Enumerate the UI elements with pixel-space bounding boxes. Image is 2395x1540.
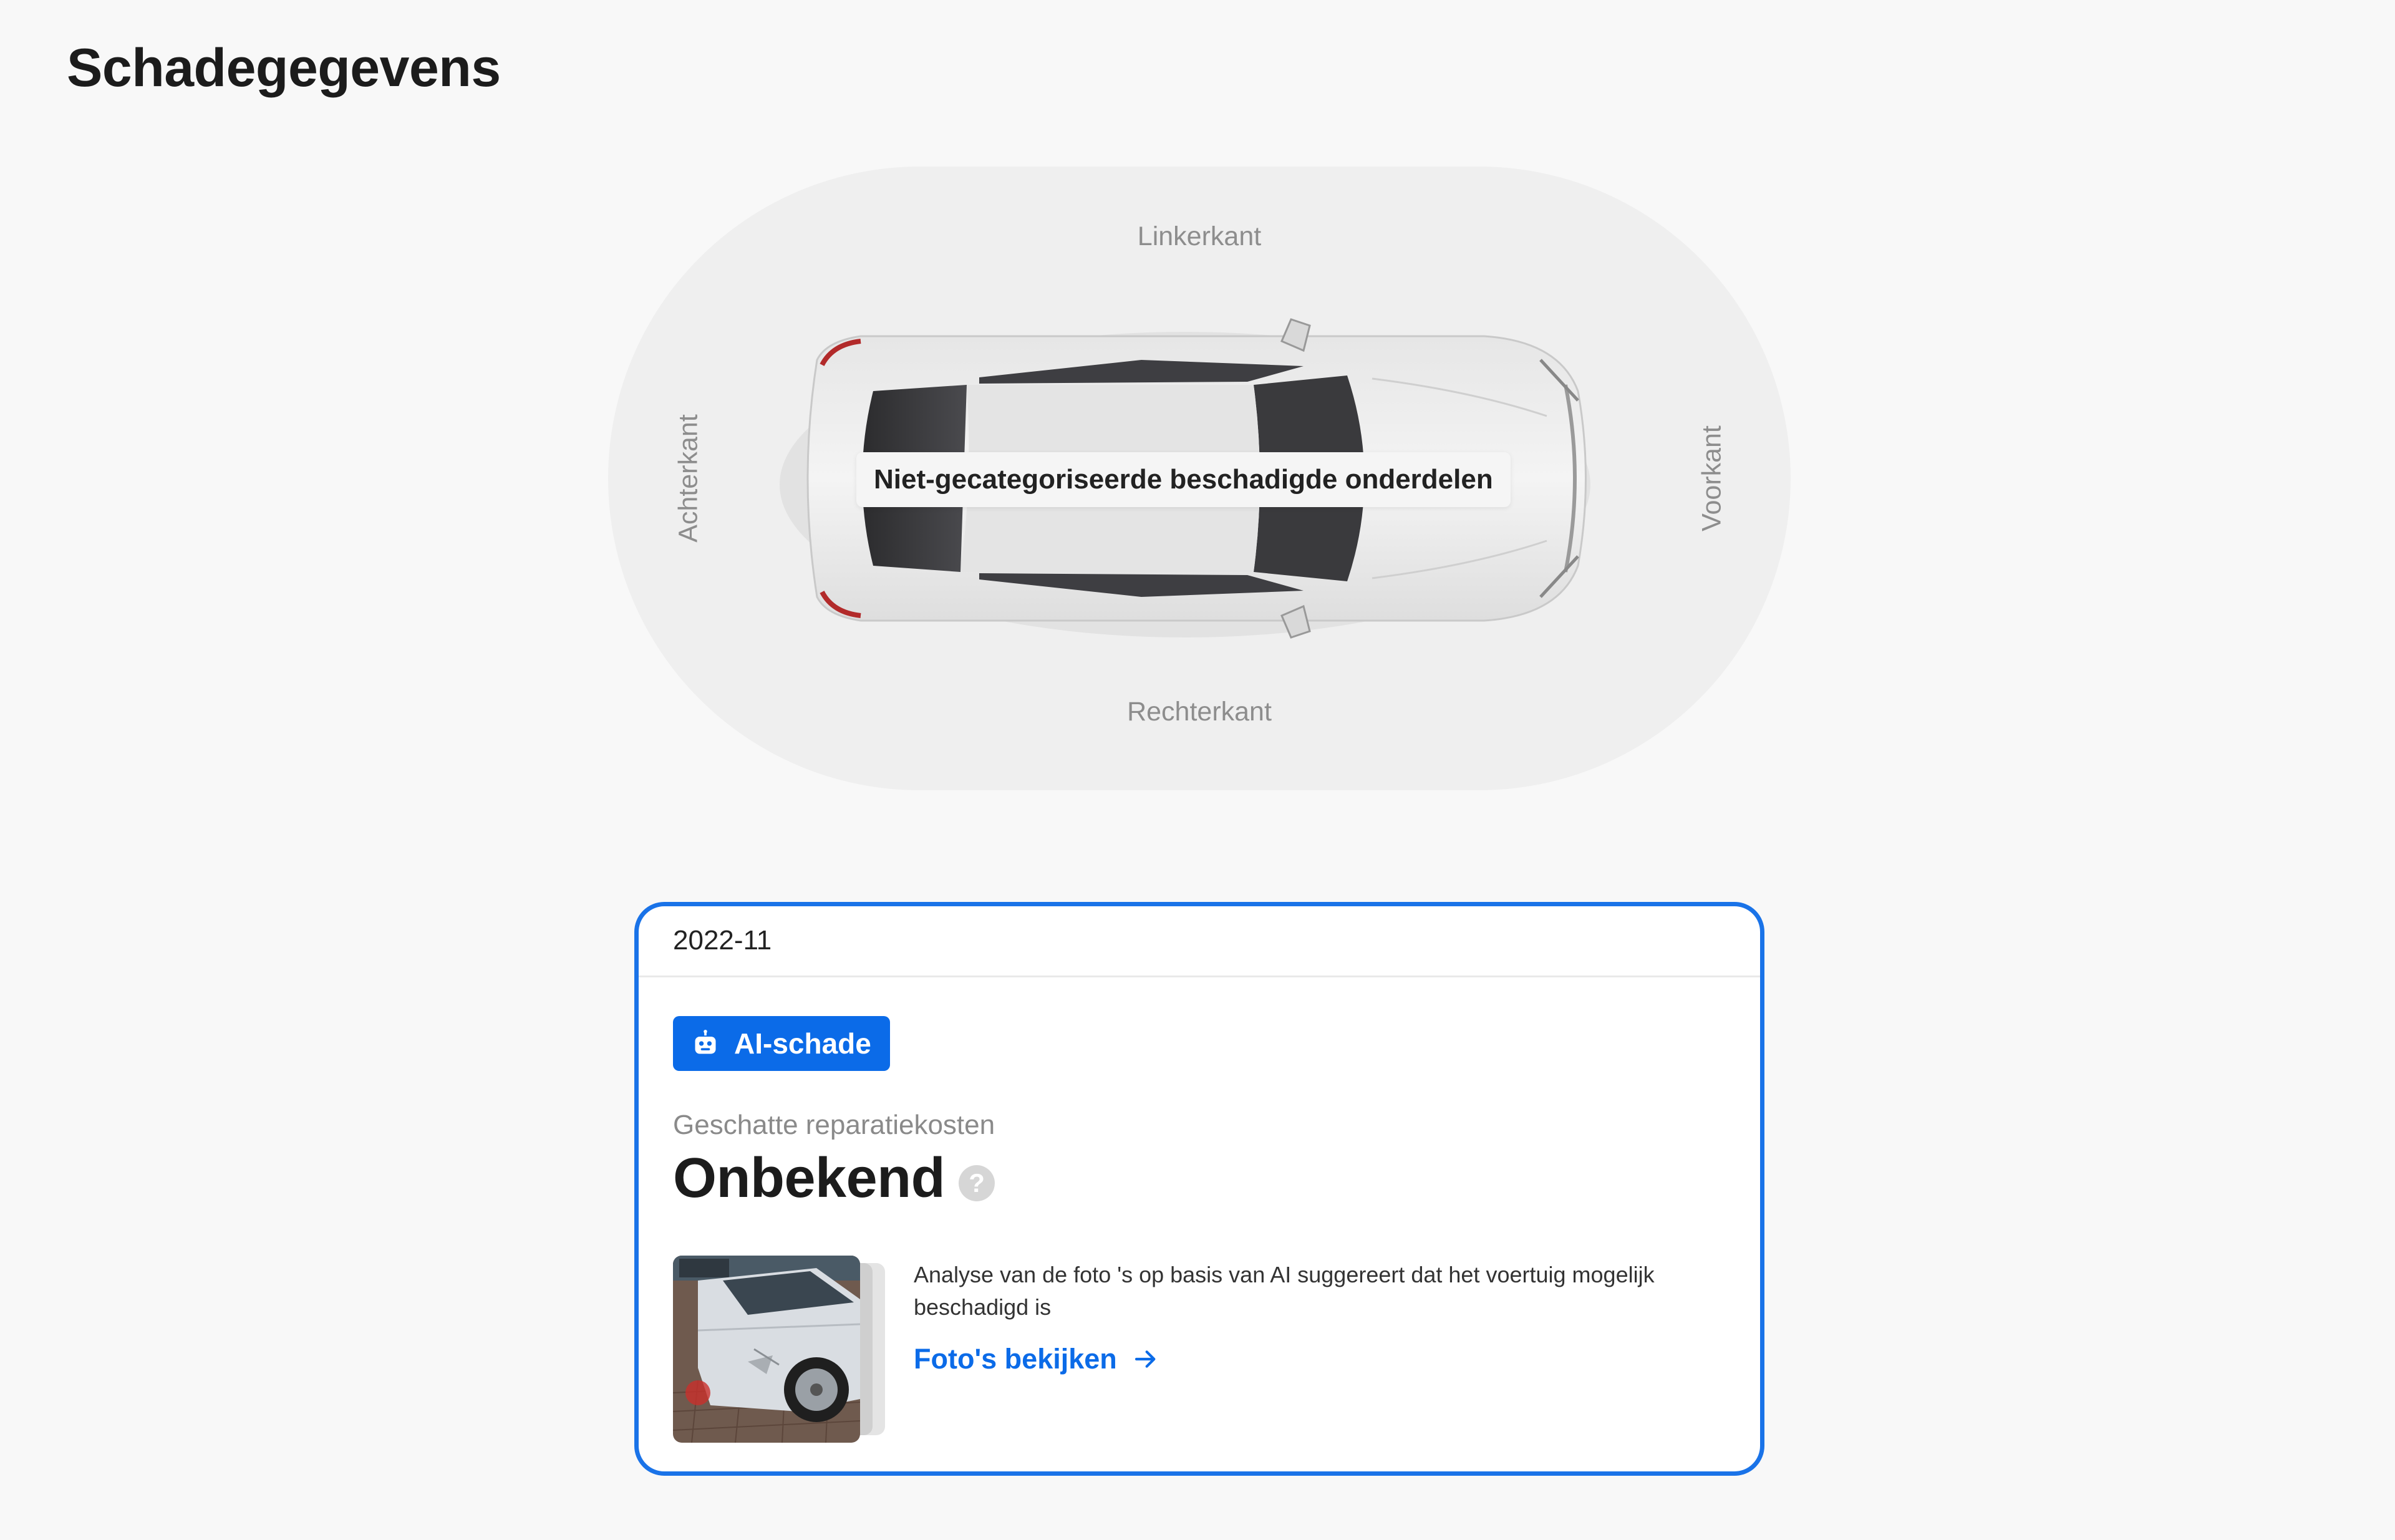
robot-icon xyxy=(695,1030,716,1054)
estimated-repair-cost: Onbekend ? xyxy=(673,1146,995,1211)
damage-date: 2022-11 xyxy=(639,906,1760,977)
damage-photo-thumbnail[interactable] xyxy=(673,1256,898,1443)
damage-photo xyxy=(673,1256,860,1443)
view-photos-link[interactable]: Foto's bekijken xyxy=(914,1343,1158,1375)
uncategorized-damaged-parts-tooltip[interactable]: Niet-gecategoriseerde beschadigde onderd… xyxy=(856,452,1511,507)
damage-card: 2022-11 AI-schade Geschatte reparatiekos… xyxy=(634,902,1764,1476)
estimated-repair-cost-label: Geschatte reparatiekosten xyxy=(673,1110,995,1140)
ai-analysis-description: Analyse van de foto 's op basis van AI s… xyxy=(914,1262,1655,1320)
ai-damage-badge: AI-schade xyxy=(673,1016,890,1071)
side-label-rear: Achterkant xyxy=(673,414,704,543)
damaged-car-photo-image xyxy=(673,1256,860,1443)
side-label-left-side: Linkerkant xyxy=(1137,221,1262,251)
side-label-front: Voorkant xyxy=(1696,425,1727,531)
side-label-right-side: Rechterkant xyxy=(1127,697,1272,727)
view-photos-link-label: Foto's bekijken xyxy=(914,1343,1117,1375)
car-damage-diagram: Linkerkant Rechterkant Achterkant Voorka… xyxy=(608,167,1791,790)
arrow-right-icon xyxy=(1135,1350,1156,1368)
estimated-repair-cost-value: Onbekend xyxy=(673,1147,946,1209)
page-title: Schadegegevens xyxy=(67,38,501,98)
ai-damage-badge-label: AI-schade xyxy=(734,1027,871,1060)
question-icon[interactable]: ? xyxy=(959,1165,995,1201)
